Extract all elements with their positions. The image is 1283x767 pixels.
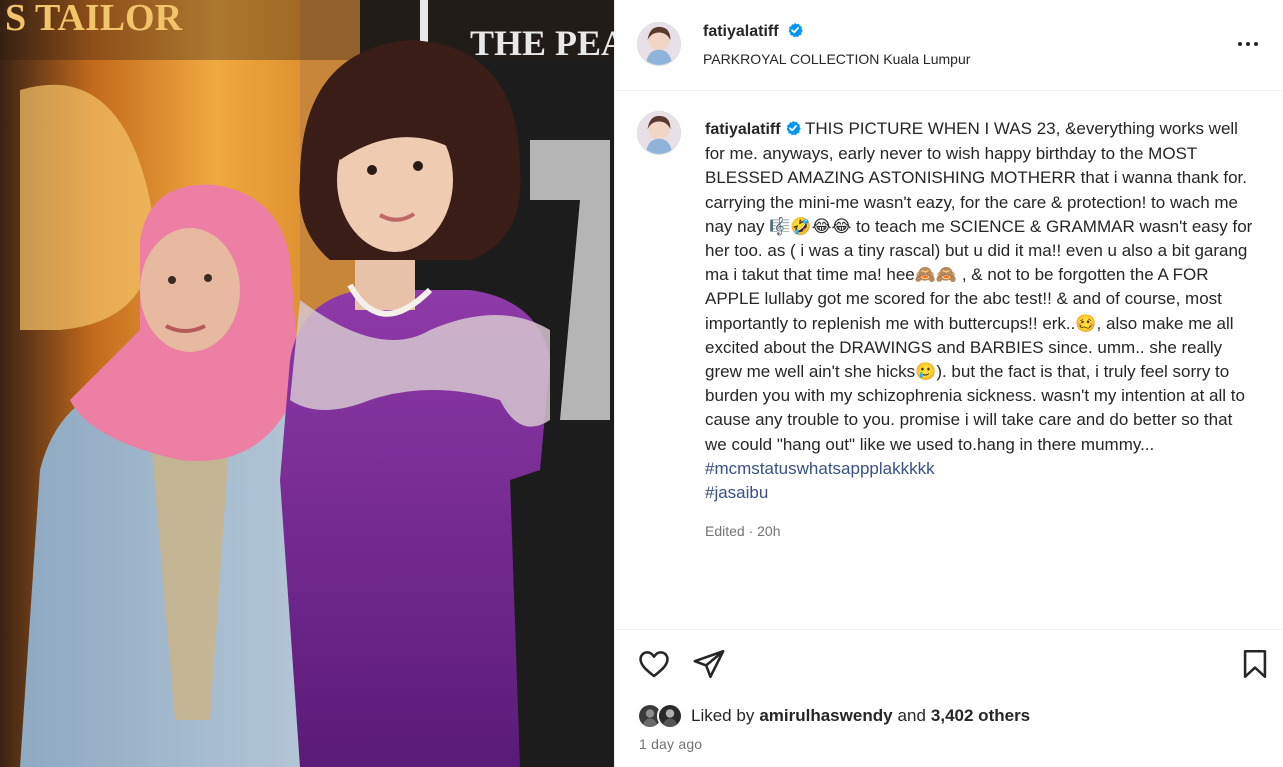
paper-plane-icon [693, 649, 725, 679]
post-actions: Liked by amirulhaswendy and 3,402 others… [615, 629, 1283, 767]
verified-badge-icon [786, 120, 801, 136]
liker-avatars[interactable] [637, 703, 687, 729]
backdrop-sign-left: S TAILOR [5, 0, 183, 39]
post-side-panel: fatiyalatiff PARKROYAL COLLECTION Kuala … [614, 0, 1283, 767]
edited-timestamp: Edited · 20h [705, 523, 781, 540]
post-photo[interactable]: S TAILOR THE PEA [0, 0, 614, 767]
post-caption: fatiyalatiff THIS PICTURE WHEN I WAS 23,… [615, 92, 1283, 628]
post-header: fatiyalatiff PARKROYAL COLLECTION Kuala … [615, 0, 1283, 91]
backdrop-sign-right: THE PEA [470, 23, 614, 63]
caption-body: THIS PICTURE WHEN I WAS 23, &everything … [705, 119, 1253, 454]
profile-picture-icon [659, 705, 681, 727]
caption-text: fatiyalatiff THIS PICTURE WHEN I WAS 23,… [705, 117, 1255, 543]
avatar [657, 703, 683, 729]
profile-picture-icon [638, 112, 680, 154]
caption-avatar[interactable] [637, 111, 681, 155]
location-link[interactable]: PARKROYAL COLLECTION Kuala Lumpur [703, 51, 970, 67]
liked-by-prefix: Liked by [691, 706, 755, 725]
photo-illustration: S TAILOR THE PEA [0, 0, 614, 767]
bookmark-icon [1243, 649, 1267, 679]
avatar[interactable] [637, 22, 681, 66]
like-button[interactable] [637, 647, 671, 681]
liker-username[interactable]: amirulhaswendy [759, 706, 892, 726]
header-username[interactable]: fatiyalatiff [703, 23, 779, 40]
save-button[interactable] [1238, 647, 1272, 681]
verified-badge-icon [788, 22, 803, 38]
likes-summary: Liked by amirulhaswendy and 3,402 others [637, 702, 1030, 730]
more-options-icon[interactable] [1236, 32, 1260, 56]
share-button[interactable] [692, 647, 726, 681]
post-timestamp[interactable]: 1 day ago [639, 736, 702, 752]
profile-picture-icon [638, 23, 680, 65]
heart-icon [639, 651, 669, 678]
likes-count-link[interactable]: 3,402 others [931, 706, 1030, 726]
hashtag-link[interactable]: #mcmstatuswhatsappplakkkkk [705, 457, 1255, 481]
hashtag-link[interactable]: #jasaibu [705, 481, 1255, 505]
header-username-wrap: fatiyalatiff [703, 22, 803, 41]
likes-and: and [897, 706, 926, 725]
caption-username[interactable]: fatiyalatiff [705, 121, 781, 138]
